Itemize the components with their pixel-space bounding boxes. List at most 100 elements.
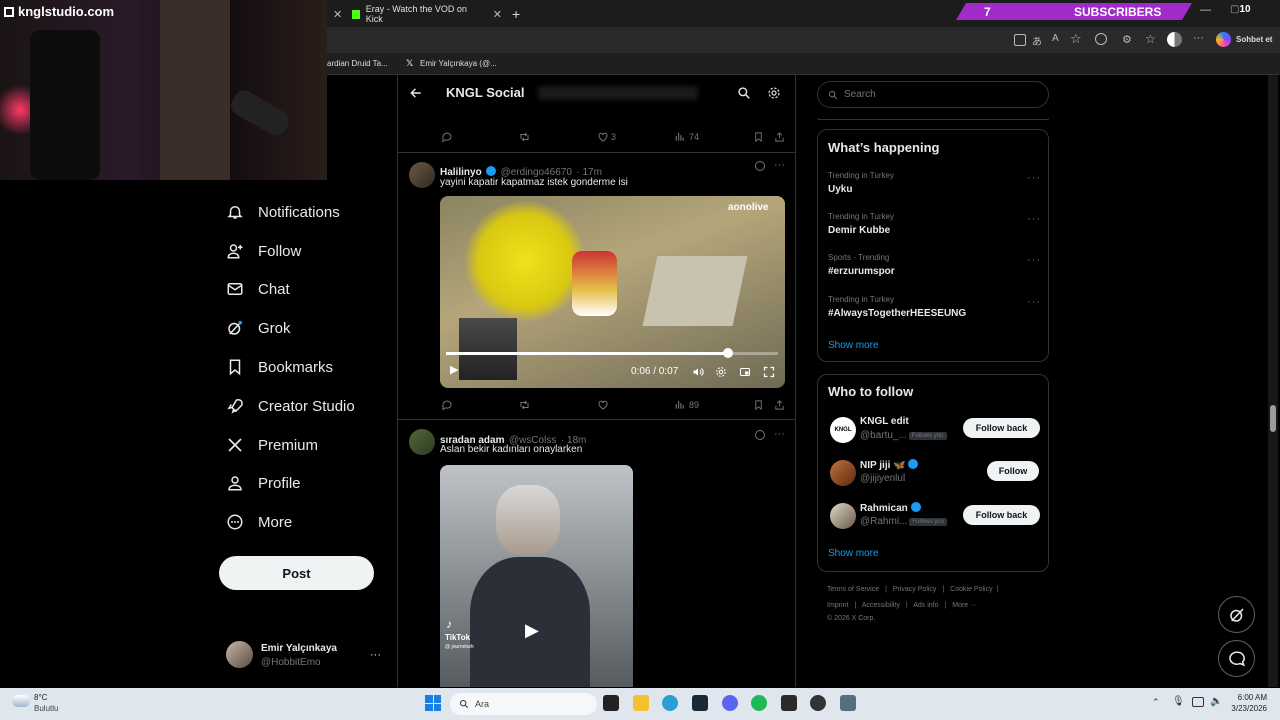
avatar[interactable] [830,503,856,529]
tweet-video[interactable]: aonolive ▶ 0:06 / 0:07 [440,196,785,388]
show-more-link[interactable]: Show more [828,340,879,351]
nav-follow[interactable]: Follow [226,237,301,265]
favorites-icon[interactable]: ☆ [1145,32,1156,46]
nav-profile[interactable]: Profile [226,469,301,497]
new-tab-button[interactable]: + [512,3,520,25]
file-explorer-icon[interactable] [633,695,649,711]
footer-link[interactable]: Cookie Policy [950,586,992,593]
avatar[interactable] [409,162,435,188]
page-scrollbar[interactable] [1268,75,1278,687]
avatar[interactable]: KNGL [830,417,856,443]
windows-start-icon[interactable] [425,695,441,711]
volume-icon[interactable] [692,366,704,378]
views-icon[interactable] [674,399,685,410]
discord-icon[interactable] [722,695,738,711]
trend-more-icon[interactable]: ··· [1027,296,1041,308]
microphone-icon[interactable]: 🎙 [1172,696,1185,707]
favorite-item[interactable]: Emir Yalçınkaya (@... [420,59,497,68]
account-more-button[interactable]: ··· [370,649,381,661]
scrollbar-thumb[interactable] [1270,405,1276,432]
user-name[interactable]: NIP jiji 🦋 [860,460,906,471]
bookmark-icon[interactable] [753,399,764,411]
search-input[interactable]: Search [817,81,1049,108]
video-progress-handle[interactable] [723,348,734,358]
close-icon[interactable]: ✕ [333,8,342,21]
follow-back-button[interactable]: Follow back [963,505,1040,525]
play-icon[interactable]: ▶ [525,620,539,641]
tab-kick-vod[interactable]: Eray - Watch the VOD on Kick ✕ [352,3,502,25]
trend-title[interactable]: Demir Kubbe [828,225,890,236]
settings-icon[interactable] [715,366,727,378]
reply-icon[interactable] [441,399,453,411]
edge-browser-icon[interactable] [662,695,678,711]
account-name[interactable]: Emir Yalçınkaya [261,643,337,654]
grok-fab-button[interactable] [1218,596,1255,633]
copilot-label[interactable]: Sohbet et [1236,35,1272,44]
nav-premium[interactable]: Premium [226,431,318,459]
tweet-more-icon[interactable]: ··· [774,159,785,171]
show-more-link[interactable]: Show more [828,548,879,559]
like-icon[interactable] [597,131,609,143]
chevron-up-icon[interactable]: ⌃ [1152,697,1160,708]
extensions-icon[interactable]: ⚙ [1122,33,1132,46]
footer-link[interactable]: Privacy Policy [893,586,937,593]
task-view-icon[interactable] [603,695,619,711]
avatar[interactable] [409,429,435,455]
translate-icon[interactable]: あ [1032,33,1042,48]
views-icon[interactable] [674,131,685,142]
account-avatar[interactable] [226,641,253,668]
nav-more[interactable]: More [226,508,292,536]
grok-explain-icon[interactable] [755,430,765,440]
repost-icon[interactable] [518,399,531,411]
spotify-icon[interactable] [751,695,767,711]
weather-desc[interactable]: Bulutlu [34,704,58,713]
share-icon[interactable] [774,399,785,411]
read-aloud-icon[interactable]: A [1052,33,1059,44]
trend-title[interactable]: Uyku [828,184,852,195]
footer-link[interactable]: Accessibility [862,602,900,609]
extension-icon[interactable] [1095,33,1107,45]
reply-icon[interactable] [441,131,453,143]
trend-title[interactable]: #AlwaysTogetherHEESEUNG [828,308,966,319]
profile-avatar-icon[interactable] [1167,32,1182,47]
obs-icon[interactable] [810,695,826,711]
like-icon[interactable] [597,399,609,411]
terminal-icon[interactable] [781,695,797,711]
back-arrow-icon[interactable] [409,86,423,100]
tweet-video[interactable]: TikTok @ journeturk ♪ ▶ [440,465,633,687]
play-icon[interactable]: ▶ [450,363,458,376]
taskbar-search-input[interactable]: Ara [450,693,597,715]
trend-title[interactable]: #erzurumspor [828,266,895,277]
nav-chat[interactable]: Chat [226,275,290,303]
follow-back-button[interactable]: Follow back [963,418,1040,438]
calculator-icon[interactable] [840,695,856,711]
clock-date[interactable]: 3/23/2026 [1225,704,1267,713]
footer-link[interactable]: Ads info [913,602,938,609]
display-icon[interactable] [1192,697,1204,707]
tab-close-previous[interactable]: ✕ [333,3,342,25]
tweet-more-icon[interactable]: ··· [774,428,785,440]
more-menu-icon[interactable]: ··· [1193,32,1204,44]
close-icon[interactable]: ✕ [493,8,502,21]
fullscreen-icon[interactable] [763,366,775,378]
steam-icon[interactable] [692,695,708,711]
avatar[interactable] [830,460,856,486]
footer-link[interactable]: Terms of Service [827,586,879,593]
copilot-icon[interactable] [1216,32,1231,47]
nav-grok[interactable]: Grok [226,314,291,342]
post-button[interactable]: Post [219,556,374,590]
weather-temp[interactable]: 8°C [34,693,47,702]
footer-link[interactable]: More ··· [952,602,977,609]
user-name[interactable]: KNGL edit [860,416,909,427]
favorite-item[interactable]: ardian Druid Ta... [327,59,388,68]
minimize-button[interactable]: — [1200,4,1211,16]
bookmark-icon[interactable] [753,131,764,143]
trend-more-icon[interactable]: ··· [1027,213,1041,225]
user-name[interactable]: Rahmican [860,503,908,514]
nav-bookmarks[interactable]: Bookmarks [226,353,333,381]
search-icon[interactable] [737,86,751,100]
volume-icon[interactable]: 🔈 [1210,696,1222,707]
footer-link[interactable]: Imprint [827,602,848,609]
share-icon[interactable] [774,131,785,143]
follow-button[interactable]: Follow [987,461,1039,481]
